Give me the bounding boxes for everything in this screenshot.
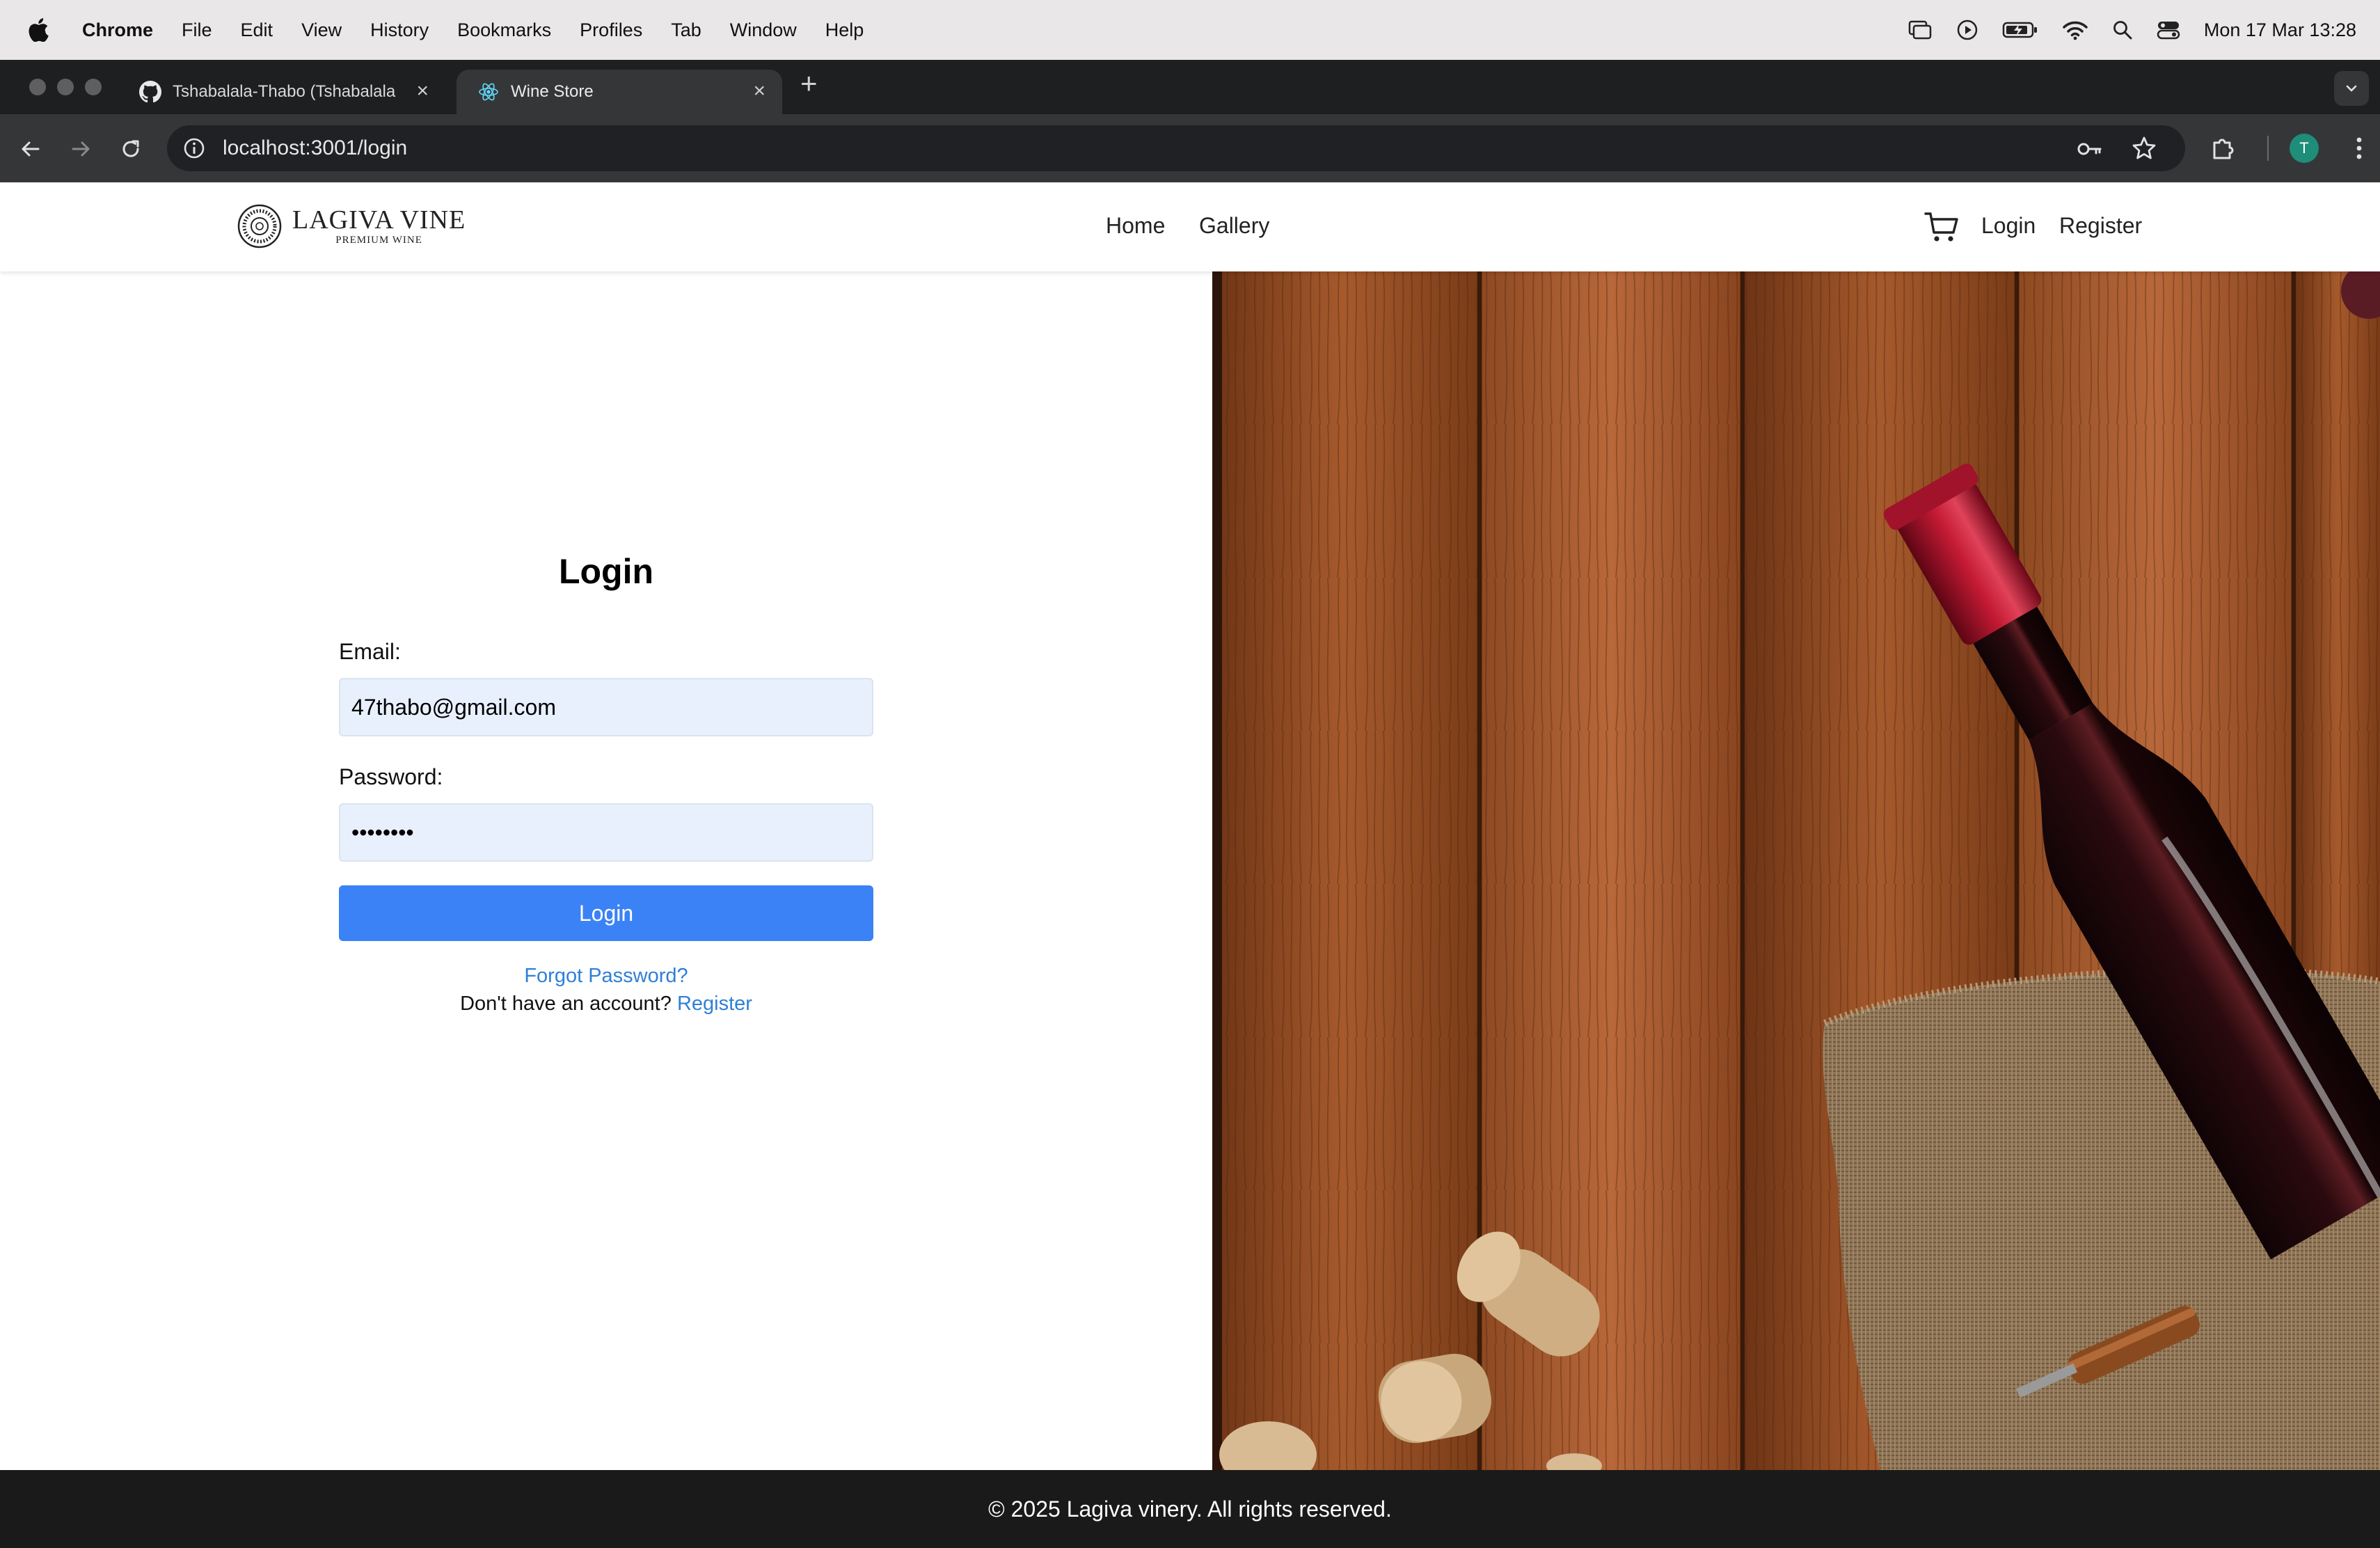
menu-file[interactable]: File: [182, 19, 212, 41]
nav-gallery-link[interactable]: Gallery: [1199, 213, 1269, 239]
reload-button[interactable]: [116, 134, 146, 164]
email-field[interactable]: [339, 678, 873, 736]
new-tab-button[interactable]: +: [800, 69, 818, 98]
url-text[interactable]: localhost:3001/login: [223, 136, 407, 160]
browser-tab-strip: Tshabalala-Thabo (Tshabalala × Wine Stor…: [0, 60, 2380, 114]
media-play-icon[interactable]: [1956, 19, 1978, 41]
window-minimize-control[interactable]: [57, 79, 74, 95]
web-page: LAGIVA VINE PREMIUM WINE Home Gallery Lo…: [0, 182, 2380, 1548]
register-prompt: Don't have an account? Register: [0, 993, 1212, 1016]
logo-wordmark: LAGIVA VINE PREMIUM WINE: [292, 206, 466, 246]
password-field[interactable]: [339, 803, 873, 862]
profile-avatar[interactable]: T: [2290, 134, 2319, 163]
password-key-icon[interactable]: [2075, 135, 2103, 163]
tab-wine-store[interactable]: Wine Store ×: [457, 70, 782, 114]
login-panel: Login Email: Password: Login Forgot Pass…: [0, 271, 1212, 1470]
battery-icon[interactable]: [2002, 20, 2038, 40]
window-zoom-control[interactable]: [85, 79, 102, 95]
more-menu-icon[interactable]: [2355, 136, 2363, 161]
close-icon[interactable]: ×: [416, 79, 429, 103]
screen-mirroring-icon[interactable]: [1907, 19, 1933, 40]
arrow-left-icon: [22, 141, 40, 157]
cart-icon[interactable]: [1923, 210, 1960, 244]
tab-title: Tshabalala-Thabo (Tshabalala: [173, 82, 396, 101]
spotlight-search-icon[interactable]: [2112, 19, 2133, 40]
browser-toolbar: localhost:3001/login T: [0, 114, 2380, 182]
react-icon: [477, 81, 500, 103]
menu-profiles[interactable]: Profiles: [580, 19, 642, 41]
bookmark-star-icon[interactable]: [2131, 135, 2157, 161]
apple-menu-icon[interactable]: [28, 18, 49, 42]
login-submit-button[interactable]: Login: [339, 885, 873, 941]
menu-app-name[interactable]: Chrome: [82, 19, 153, 41]
password-label: Password:: [339, 764, 443, 789]
window-close-control[interactable]: [29, 79, 46, 95]
close-icon[interactable]: ×: [753, 79, 765, 103]
github-icon: [139, 81, 161, 103]
wine-hero-image: [1212, 271, 2380, 1470]
menu-window[interactable]: Window: [730, 19, 797, 41]
forgot-password-link[interactable]: Forgot Password?: [0, 965, 1212, 988]
toolbar-divider: [2267, 136, 2269, 161]
login-heading: Login: [558, 552, 654, 591]
macos-menu-bar: Chrome File Edit View History Bookmarks …: [0, 0, 2380, 60]
menubar-clock[interactable]: Mon 17 Mar 13:28: [2204, 19, 2356, 41]
omnibox-actions: [2075, 135, 2157, 163]
tab-github[interactable]: Tshabalala-Thabo (Tshabalala ×: [118, 70, 445, 114]
wine-bottle-on-wood-illustration: [1212, 271, 2380, 1470]
tab-search-button[interactable]: [2334, 71, 2369, 106]
menu-help[interactable]: Help: [825, 19, 864, 41]
menu-history[interactable]: History: [370, 19, 429, 41]
logo-tagline: PREMIUM WINE: [335, 235, 422, 246]
address-bar[interactable]: localhost:3001/login: [167, 125, 2185, 171]
control-center-icon[interactable]: [2157, 19, 2180, 40]
reload-icon: [122, 140, 139, 157]
logo-emblem-icon: [237, 204, 282, 248]
email-label: Email:: [339, 639, 401, 664]
menu-view[interactable]: View: [301, 19, 342, 41]
site-info-icon[interactable]: [182, 136, 206, 160]
register-link[interactable]: Register: [677, 993, 752, 1015]
no-account-text: Don't have an account?: [460, 993, 672, 1015]
nav-register-link[interactable]: Register: [2059, 213, 2142, 239]
nav-login-link[interactable]: Login: [1981, 213, 2036, 239]
nav-home-link[interactable]: Home: [1106, 213, 1165, 239]
chevron-down-icon: [2346, 85, 2357, 92]
menu-bookmarks[interactable]: Bookmarks: [457, 19, 551, 41]
arrow-right-icon: [72, 141, 90, 157]
logo-name: LAGIVA VINE: [292, 205, 466, 235]
menu-tab[interactable]: Tab: [671, 19, 701, 41]
back-button[interactable]: [15, 134, 46, 164]
forward-button[interactable]: [65, 134, 96, 164]
site-logo[interactable]: LAGIVA VINE PREMIUM WINE: [237, 203, 466, 249]
menu-edit[interactable]: Edit: [241, 19, 273, 41]
extensions-puzzle-icon[interactable]: [2209, 134, 2237, 162]
menubar-status-area: Mon 17 Mar 13:28: [1907, 0, 2356, 60]
wifi-icon[interactable]: [2062, 19, 2088, 40]
site-footer: © 2025 Lagiva vinery. All rights reserve…: [0, 1470, 2380, 1548]
copyright-text: © 2025 Lagiva vinery. All rights reserve…: [988, 1496, 1392, 1522]
site-header: LAGIVA VINE PREMIUM WINE Home Gallery Lo…: [0, 182, 2380, 271]
tab-title: Wine Store: [511, 82, 594, 101]
toolbar-right: T: [2209, 134, 2363, 163]
